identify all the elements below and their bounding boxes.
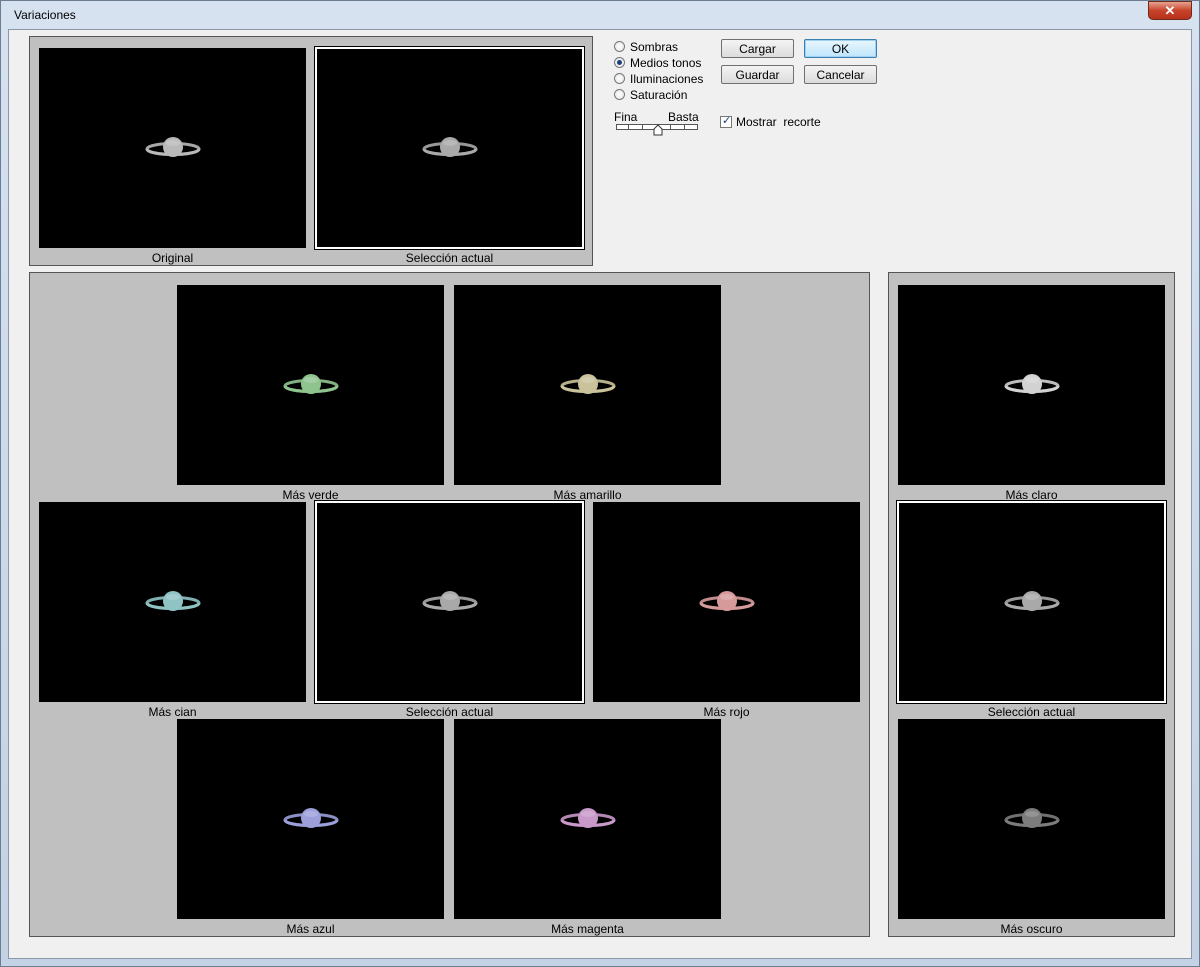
radio-sombras-circle[interactable] <box>614 41 625 52</box>
more-green-caption: Más verde <box>282 488 339 502</box>
radio-sombras-label: Sombras <box>630 40 679 54</box>
radio-medios-tonos[interactable]: Medios tonos <box>614 56 714 70</box>
planet-icon <box>422 137 477 157</box>
radio-iluminaciones-circle[interactable] <box>614 73 625 84</box>
radio-sombras[interactable]: Sombras <box>614 40 714 54</box>
ok-button[interactable]: OK <box>804 39 877 58</box>
planet-icon <box>283 808 338 828</box>
window-title: Variaciones <box>14 8 76 22</box>
planet-icon <box>1004 808 1059 828</box>
show-clipping-option[interactable]: ✓ Mostrar recorte <box>720 115 830 129</box>
lighter-preview[interactable] <box>898 285 1165 485</box>
brightness-current-preview[interactable] <box>896 500 1167 704</box>
more-yellow-preview[interactable] <box>454 285 721 485</box>
planet-icon <box>699 591 754 611</box>
planet-icon <box>422 591 477 611</box>
top-current-preview[interactable] <box>314 46 585 250</box>
show-clipping-label: Mostrar recorte <box>736 115 821 129</box>
darker-caption: Más oscuro <box>1000 922 1063 936</box>
planet-icon <box>283 374 338 394</box>
brightness-current-caption: Selección actual <box>987 705 1076 719</box>
show-clipping-checkbox[interactable]: ✓ <box>720 115 732 128</box>
more-green-preview[interactable] <box>177 285 444 485</box>
radio-medios-tonos-label: Medios tonos <box>630 56 702 70</box>
radio-saturacion[interactable]: Saturación <box>614 88 714 102</box>
variations-current-preview[interactable] <box>314 500 585 704</box>
more-blue-preview[interactable] <box>177 719 444 919</box>
radio-medios-tonos-circle[interactable] <box>614 57 625 68</box>
more-magenta-preview[interactable] <box>454 719 721 919</box>
close-icon: ✕ <box>1164 2 1176 18</box>
more-red-preview[interactable] <box>593 502 860 702</box>
radio-saturacion-label: Saturación <box>630 88 688 102</box>
more-cyan-caption: Más cian <box>148 705 197 719</box>
original-caption: Original <box>151 251 194 265</box>
planet-icon <box>560 808 615 828</box>
close-button[interactable]: ✕ <box>1148 1 1192 20</box>
slider-tick <box>684 124 685 129</box>
original-preview[interactable] <box>39 48 306 248</box>
slider-tick <box>670 124 671 129</box>
variations-current-caption: Selección actual <box>405 705 494 719</box>
planet-icon <box>145 591 200 611</box>
load-button[interactable]: Cargar <box>721 39 794 58</box>
top-current-caption: Selección actual <box>405 251 494 265</box>
slider-tick <box>642 124 643 129</box>
radio-iluminaciones[interactable]: Iluminaciones <box>614 72 714 86</box>
more-blue-caption: Más azul <box>286 922 335 936</box>
more-magenta-caption: Más magenta <box>551 922 624 936</box>
planet-icon <box>1004 374 1059 394</box>
slider-thumb-icon[interactable] <box>653 124 663 136</box>
lighter-caption: Más claro <box>1005 488 1058 502</box>
slider-tick <box>628 124 629 129</box>
planet-icon <box>145 137 200 157</box>
checkmark-icon: ✓ <box>722 115 732 127</box>
planet-icon <box>1004 591 1059 611</box>
more-yellow-caption: Más amarillo <box>553 488 622 502</box>
darker-preview[interactable] <box>898 719 1165 919</box>
fine-coarse-slider[interactable] <box>616 122 698 136</box>
more-red-caption: Más rojo <box>703 705 750 719</box>
radio-iluminaciones-label: Iluminaciones <box>630 72 704 86</box>
radio-saturacion-circle[interactable] <box>614 89 625 100</box>
more-cyan-preview[interactable] <box>39 502 306 702</box>
save-button[interactable]: Guardar <box>721 65 794 84</box>
cancel-button[interactable]: Cancelar <box>804 65 877 84</box>
planet-icon <box>560 374 615 394</box>
